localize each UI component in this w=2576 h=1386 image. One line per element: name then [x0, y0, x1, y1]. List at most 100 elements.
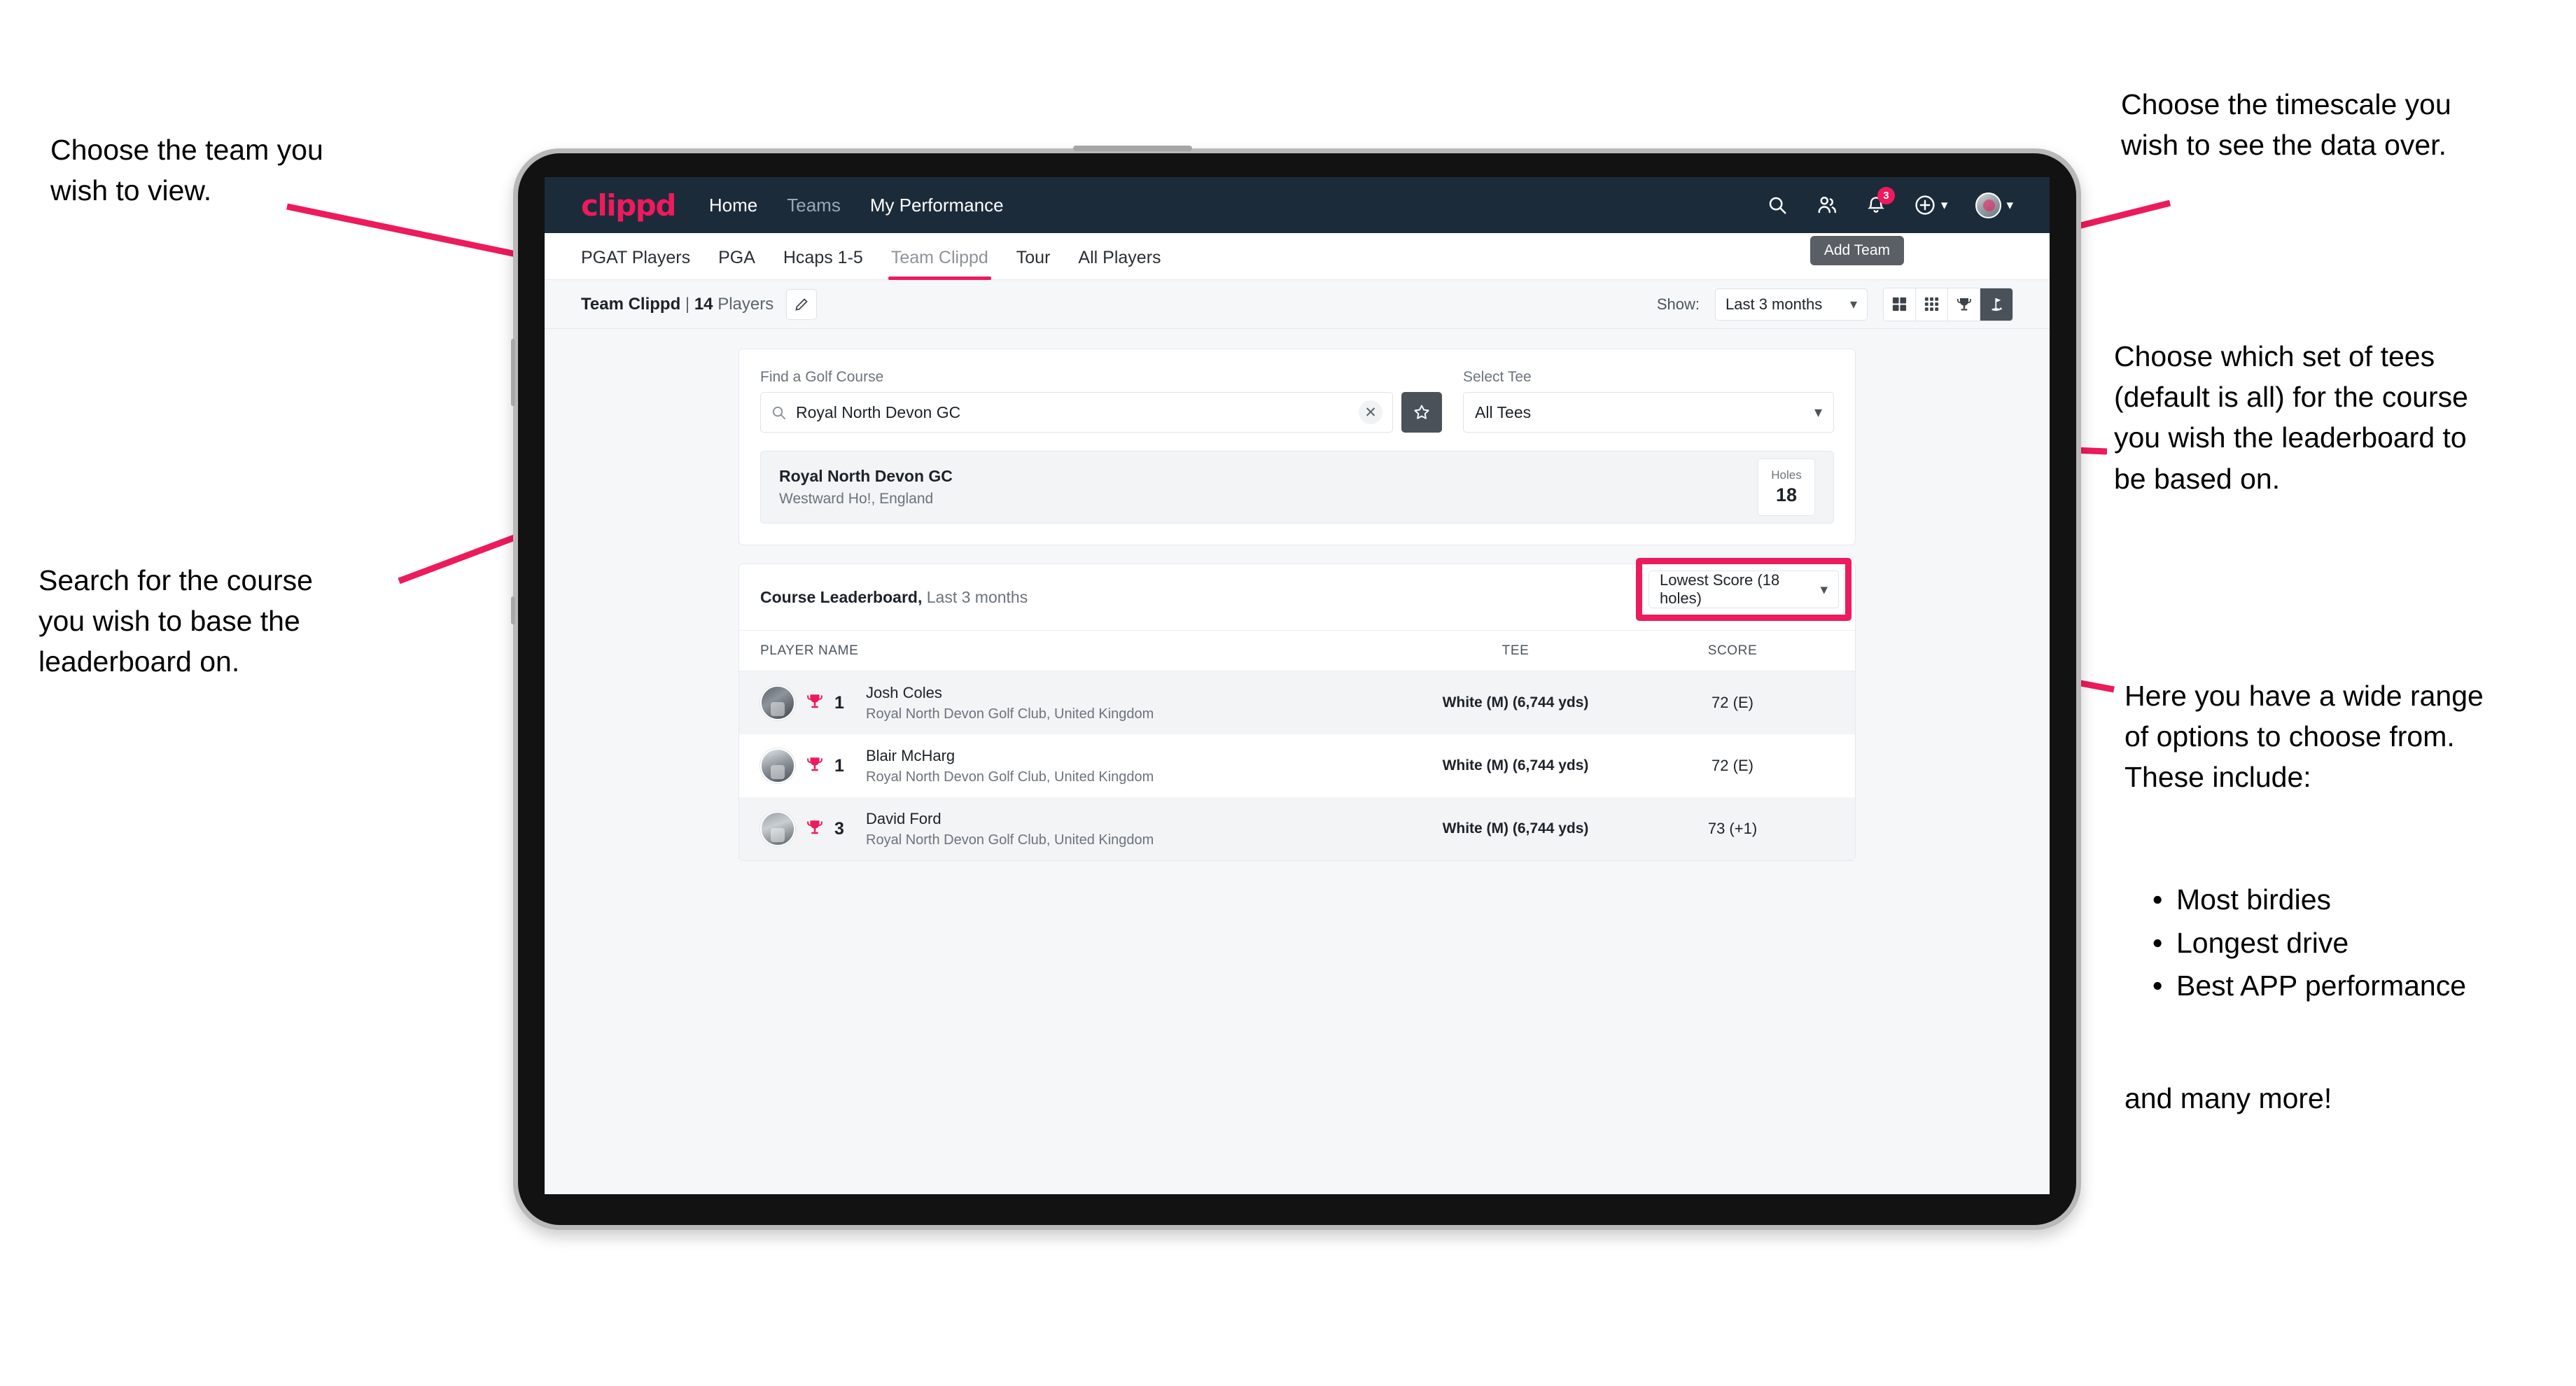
golf-flag-icon[interactable] [1980, 288, 2012, 321]
top-navbar: clippd Home Teams My Performance 3 ▾ ▾ [545, 177, 2050, 233]
player-tee: White (M) (6,744 yds) [1442, 694, 1589, 710]
add-team-tooltip: Add Team [1809, 236, 1904, 265]
clippd-logo[interactable]: clippd [581, 188, 676, 223]
device-power-button [511, 596, 515, 624]
course-result-row[interactable]: Royal North Devon GC Westward Ho!, Engla… [760, 451, 1834, 524]
player-info: David Ford Royal North Devon Golf Club, … [866, 810, 1154, 848]
bullet-icon: • [2152, 969, 2163, 1002]
profile-menu-button[interactable]: ▾ [1975, 192, 2013, 218]
tab-hcaps-1-5[interactable]: Hcaps 1-5 [769, 248, 877, 279]
notification-badge: 3 [1877, 187, 1895, 204]
team-name: Team Clippd [581, 294, 681, 314]
period-select[interactable]: Last 3 months ▾ [1715, 288, 1868, 321]
search-field-row: Find a Golf Course Royal North Devon GC … [760, 369, 1834, 433]
course-search-value: Royal North Devon GC [796, 402, 961, 421]
close-icon[interactable]: ✕ [1359, 400, 1382, 424]
bell-icon[interactable]: 3 [1866, 187, 1895, 216]
course-search-wrap: Royal North Devon GC ✕ [760, 392, 1442, 433]
player-club: Royal North Devon Golf Club, United King… [866, 832, 1154, 848]
tee-select-value: All Tees [1475, 402, 1532, 421]
view-toggle-group [1883, 287, 2013, 321]
player-club: Royal North Devon Golf Club, United King… [866, 706, 1154, 722]
trophy-icon [806, 692, 824, 714]
table-row[interactable]: 1 Blair McHarg Royal North Devon Golf Cl… [739, 734, 1855, 797]
tee-field-label: Select Tee [1463, 369, 1532, 385]
holes-badge: Holes 18 [1758, 458, 1815, 516]
chevron-down-icon: ▾ [1814, 403, 1822, 421]
course-result-text: Royal North Devon GC Westward Ho!, Engla… [779, 467, 953, 507]
player-info: Josh Coles Royal North Devon Golf Club, … [866, 684, 1154, 722]
leaderboard-title-main: Course Leaderboard, [760, 587, 923, 606]
nav-link-my-performance[interactable]: My Performance [870, 195, 1004, 216]
search-icon[interactable] [1767, 195, 1788, 216]
avatar[interactable] [1975, 192, 2002, 218]
device-top-button [1073, 146, 1192, 151]
poster-canvas: Choose the team you wish to view. Search… [0, 0, 2576, 1386]
metric-select-highlight: Lowest Score (18 holes) ▾ [1636, 558, 1851, 621]
plus-circle-icon[interactable] [1914, 194, 1936, 216]
bullet-icon: • [2152, 883, 2163, 916]
nav-link-teams[interactable]: Teams [787, 195, 841, 216]
annotation-bullet: Longest drive [2176, 926, 2349, 959]
bullet-icon: • [2152, 926, 2163, 959]
add-menu-button[interactable]: ▾ [1914, 194, 1948, 216]
column-header-tee: TEE [1502, 643, 1530, 658]
leaderboard-column-headers: PLAYER NAME TEE SCORE [739, 631, 1855, 671]
player-cell: 3 David Ford Royal North Devon Golf Club… [760, 810, 1400, 848]
tee-field: Select Tee All Tees ▾ [1463, 369, 1834, 433]
course-result-location: Westward Ho!, England [779, 491, 934, 507]
annotation-choose-timescale: Choose the timescale you wish to see the… [2121, 88, 2451, 162]
grid-large-icon[interactable] [1884, 288, 1916, 321]
team-summary: Team Clippd | 14 Players [581, 295, 774, 314]
course-field-label: Find a Golf Course [760, 369, 884, 385]
metric-select[interactable]: Lowest Score (18 holes) ▾ [1648, 570, 1839, 608]
star-icon[interactable] [1401, 392, 1442, 433]
device-bezel: clippd Home Teams My Performance 3 ▾ ▾ A… [518, 153, 2076, 1225]
grid-small-icon[interactable] [1916, 288, 1948, 321]
leaderboard-card: Course Leaderboard, Last 3 months Lowest… [738, 558, 1856, 861]
avatar [760, 748, 795, 783]
holes-value: 18 [1775, 484, 1798, 505]
edit-team-button[interactable] [786, 288, 818, 320]
search-icon [772, 406, 786, 419]
annotation-options-bullets: • Most birdies • Longest drive • Best APP p… [2152, 878, 2576, 1008]
tab-pga[interactable]: PGA [704, 248, 769, 279]
annotation-bullet: Best APP performance [2176, 969, 2467, 1002]
pencil-icon [795, 298, 808, 311]
player-rank: 3 [834, 818, 844, 839]
team-player-count: 14 [694, 294, 713, 314]
tab-all-players[interactable]: All Players [1064, 248, 1175, 279]
chevron-down-icon: ▾ [2006, 197, 2013, 213]
tab-team-clippd[interactable]: Team Clippd [877, 248, 1002, 280]
player-cell: 1 Josh Coles Royal North Devon Golf Club… [760, 684, 1400, 722]
annotation-choose-team: Choose the team you wish to view. [50, 134, 323, 207]
tee-select[interactable]: All Tees ▾ [1463, 392, 1834, 433]
table-row[interactable]: 1 Josh Coles Royal North Devon Golf Club… [739, 671, 1855, 734]
trophy-icon [806, 818, 824, 840]
player-tee: White (M) (6,744 yds) [1442, 820, 1589, 836]
player-name: David Ford [866, 809, 941, 827]
leaderboard-title: Course Leaderboard, Last 3 months [760, 588, 1028, 607]
people-icon[interactable] [1816, 195, 1838, 216]
holes-label: Holes [1771, 468, 1802, 482]
tab-tour[interactable]: Tour [1002, 248, 1065, 279]
player-info: Blair McHarg Royal North Devon Golf Club… [866, 747, 1154, 785]
nav-link-home[interactable]: Home [709, 195, 757, 216]
avatar [760, 811, 795, 846]
player-cell: 1 Blair McHarg Royal North Devon Golf Cl… [760, 747, 1400, 785]
main-content: Find a Golf Course Royal North Devon GC … [545, 329, 2050, 881]
annotation-choose-tees: Choose which set of tees (default is all… [2114, 340, 2468, 495]
tab-pgat-players[interactable]: PGAT Players [581, 248, 704, 279]
nav-right-actions: 3 ▾ ▾ [1767, 187, 2013, 218]
chevron-down-icon: ▾ [1940, 197, 1948, 213]
course-search-input[interactable]: Royal North Devon GC ✕ [760, 392, 1393, 433]
trophy-icon[interactable] [1948, 288, 1980, 321]
annotation-options-intro: Here you have a wide range of options to… [2124, 680, 2484, 794]
avatar [760, 685, 795, 720]
show-label: Show: [1656, 295, 1700, 313]
table-row[interactable]: 3 David Ford Royal North Devon Golf Club… [739, 797, 1855, 860]
player-score: 72 (E) [1712, 694, 1754, 711]
trophy-icon [806, 755, 824, 777]
player-rank: 1 [834, 692, 844, 713]
player-score: 73 (+1) [1707, 820, 1758, 837]
